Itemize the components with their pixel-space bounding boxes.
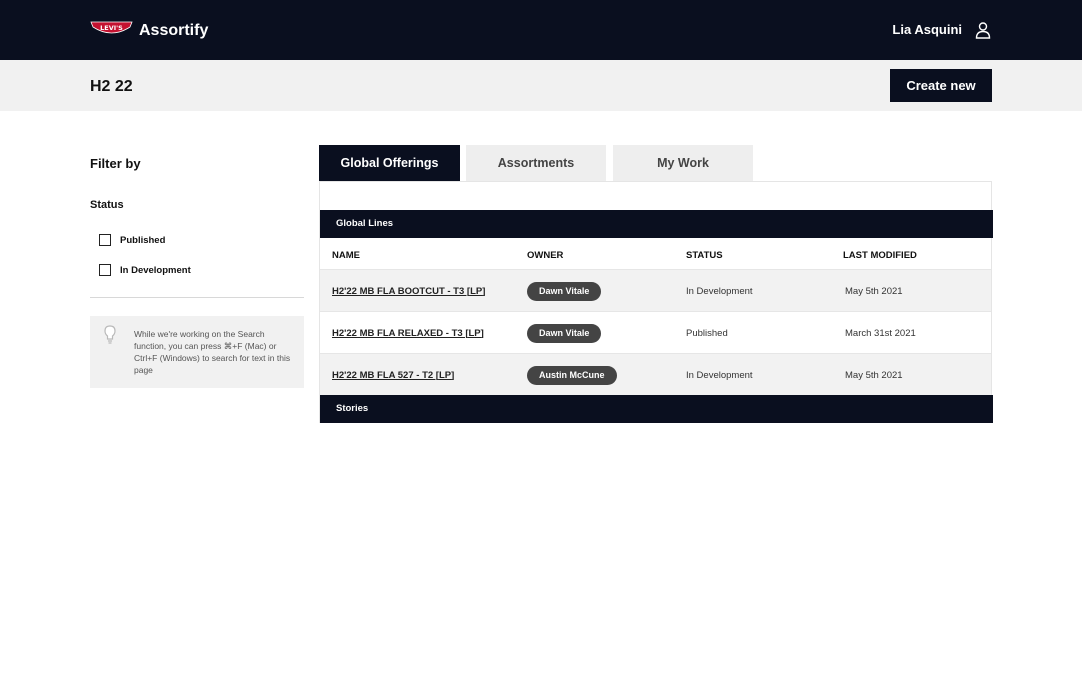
season-title: H2 22 [90, 78, 133, 95]
create-new-button[interactable]: Create new [890, 69, 992, 102]
svg-text:LEVI'S: LEVI'S [100, 24, 123, 32]
season-header: H2 22 Create new [0, 60, 1082, 111]
in-development-label: In Development [120, 264, 191, 276]
top-navigation-bar: LEVI'S Assortify Lia Asquini [0, 0, 1082, 60]
in-development-checkbox[interactable] [99, 264, 111, 276]
user-icon[interactable] [974, 21, 992, 39]
column-name[interactable]: NAME [332, 250, 360, 261]
search-tip-box: While we're working on the Search functi… [90, 316, 304, 388]
table-row[interactable]: H2'22 MB FLA BOOTCUT - T3 [LP] Dawn Vita… [320, 269, 991, 311]
line-name-link[interactable]: H2'22 MB FLA BOOTCUT - T3 [LP] [332, 270, 485, 312]
line-name-link[interactable]: H2'22 MB FLA 527 - T2 [LP] [332, 354, 454, 396]
owner-badge: Austin McCune [527, 365, 617, 385]
lightbulb-icon [104, 325, 116, 345]
status-text: In Development [686, 285, 753, 297]
owner-badge: Dawn Vitale [527, 281, 602, 301]
status-filter-label: Status [90, 199, 124, 211]
tab-my-work[interactable]: My Work [613, 145, 753, 181]
levis-logo[interactable]: LEVI'S [90, 21, 133, 39]
last-modified-text: May 5th 2021 [845, 285, 903, 297]
last-modified-text: May 5th 2021 [845, 369, 903, 381]
table-row[interactable]: H2'22 MB FLA RELAXED - T3 [LP] Dawn Vita… [320, 311, 991, 353]
column-last-modified[interactable]: LAST MODIFIED [843, 250, 917, 261]
tab-global-offerings[interactable]: Global Offerings [319, 145, 460, 181]
global-offerings-panel: Global Lines NAME OWNER STATUS LAST MODI… [319, 181, 993, 423]
line-name-link[interactable]: H2'22 MB FLA RELAXED - T3 [LP] [332, 312, 484, 354]
last-modified-text: March 31st 2021 [845, 327, 916, 339]
app-title[interactable]: Assortify [139, 21, 208, 41]
filter-published[interactable]: Published [99, 233, 165, 247]
filter-by-heading: Filter by [90, 156, 141, 171]
table-row[interactable]: H2'22 MB FLA 527 - T2 [LP] Austin McCune… [320, 353, 991, 395]
user-name[interactable]: Lia Asquini [892, 22, 962, 38]
filter-divider [90, 297, 304, 298]
owner-badge: Dawn Vitale [527, 323, 602, 343]
status-text: Published [686, 327, 728, 339]
search-tip-text: While we're working on the Search functi… [134, 329, 291, 375]
filter-in-development[interactable]: In Development [99, 263, 191, 277]
published-checkbox[interactable] [99, 234, 111, 246]
status-text: In Development [686, 369, 753, 381]
column-status[interactable]: STATUS [686, 250, 723, 261]
published-label: Published [120, 234, 166, 246]
stories-header[interactable]: Stories [320, 395, 993, 423]
column-owner[interactable]: OWNER [527, 250, 563, 261]
tab-assortments[interactable]: Assortments [466, 145, 606, 181]
global-lines-header[interactable]: Global Lines [320, 210, 993, 238]
